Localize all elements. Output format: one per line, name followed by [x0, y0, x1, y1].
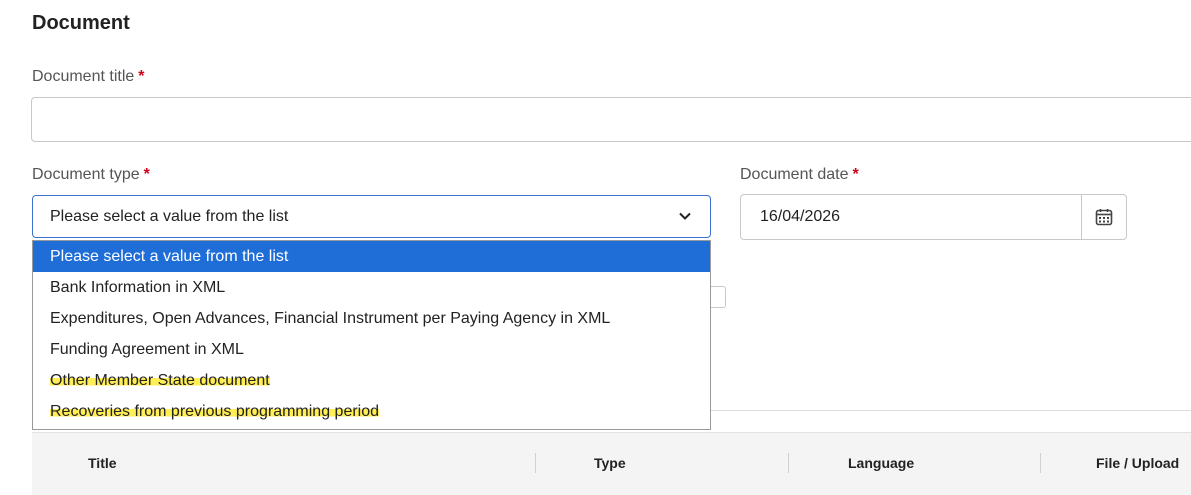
- document-type-label: Document type *: [32, 166, 150, 184]
- document-title-label-text: Document title: [32, 68, 135, 85]
- document-type-options-list[interactable]: Please select a value from the list Bank…: [32, 240, 711, 430]
- document-title-input[interactable]: [31, 97, 1191, 142]
- column-header-file-upload[interactable]: File / Upload: [1096, 455, 1179, 471]
- document-date-input[interactable]: 16/04/2026: [740, 194, 1082, 240]
- option-other-member-state-document[interactable]: Other Member State document: [33, 365, 710, 396]
- document-type-select[interactable]: Please select a value from the list: [32, 195, 711, 238]
- document-title-label: Document title *: [32, 68, 145, 86]
- option-bank-information-xml[interactable]: Bank Information in XML: [33, 272, 710, 303]
- highlighted-option-text: Recoveries from previous programming per…: [50, 403, 380, 420]
- required-marker: *: [852, 166, 859, 183]
- date-picker-button[interactable]: [1081, 194, 1127, 240]
- option-please-select[interactable]: Please select a value from the list: [33, 241, 710, 272]
- document-date-label: Document date *: [740, 166, 859, 184]
- section-title: Document: [32, 12, 130, 34]
- column-separator: [788, 453, 789, 473]
- option-funding-agreement-xml[interactable]: Funding Agreement in XML: [33, 334, 710, 365]
- document-date-value: 16/04/2026: [760, 208, 841, 225]
- highlighted-option-text: Other Member State document: [50, 372, 270, 389]
- calendar-icon: [1095, 209, 1113, 226]
- required-marker: *: [138, 68, 145, 85]
- document-type-label-text: Document type: [32, 166, 140, 183]
- document-date-label-text: Document date: [740, 166, 849, 183]
- document-type-selected-value: Please select a value from the list: [50, 207, 289, 225]
- option-expenditures-open-advances-xml[interactable]: Expenditures, Open Advances, Financial I…: [33, 303, 710, 334]
- required-marker: *: [143, 166, 150, 183]
- column-header-title[interactable]: Title: [88, 455, 117, 471]
- chevron-down-icon: [679, 212, 691, 220]
- option-recoveries-previous-period[interactable]: Recoveries from previous programming per…: [33, 396, 710, 427]
- column-header-type[interactable]: Type: [594, 455, 626, 471]
- column-separator: [1040, 453, 1041, 473]
- column-header-language[interactable]: Language: [848, 455, 914, 471]
- documents-table-header: Title Type Language File / Upload: [32, 432, 1191, 495]
- column-separator: [535, 453, 536, 473]
